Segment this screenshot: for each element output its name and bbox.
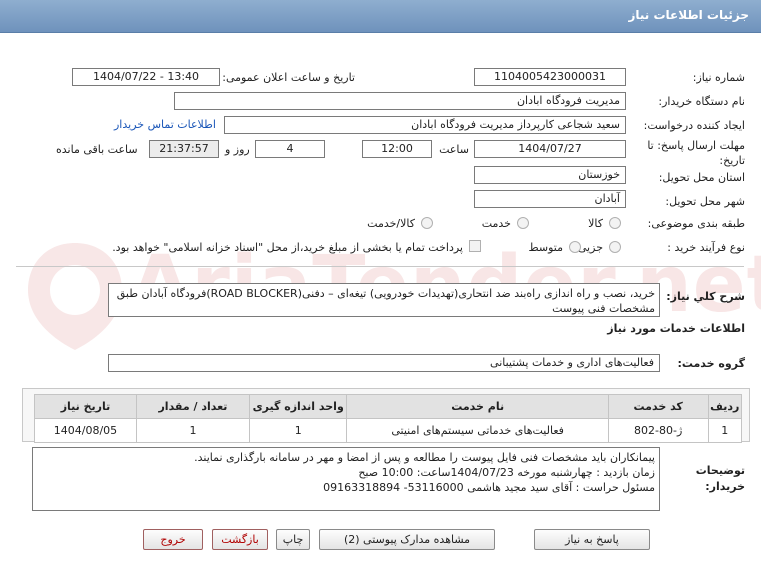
need-number-field: 1104005423000031 xyxy=(474,68,626,86)
services-table: ردیف کد خدمت نام خدمت واحد اندازه گیری ت… xyxy=(34,394,743,443)
table-row: 1 ژ-80-802 فعالیت‌های خدماتی سیستم‌های ا… xyxy=(34,418,743,443)
buyer-org-field: مدیریت فرودگاه ابادان xyxy=(174,92,626,110)
category-radio-service[interactable] xyxy=(517,217,529,229)
buyer-org-label: نام دستگاه خریدار: xyxy=(658,95,745,108)
creator-label: ایجاد کننده درخواست: xyxy=(643,119,745,132)
province-label: استان محل تحویل: xyxy=(658,171,745,184)
province-field: خوزستان xyxy=(474,166,626,184)
back-button[interactable]: بازگشت xyxy=(212,529,268,550)
process-option-medium: متوسط xyxy=(528,241,563,254)
notes-line: پیمانکاران باید مشخصات فنی فایل پیوست را… xyxy=(194,451,655,464)
col-index-header: ردیف xyxy=(707,394,743,419)
category-radio-both[interactable] xyxy=(421,217,433,229)
announce-label: تاریخ و ساعت اعلان عمومی: xyxy=(222,71,355,84)
remaining-label: ساعت باقی مانده xyxy=(56,143,138,156)
need-number-label: شماره نیاز: xyxy=(692,71,745,84)
deadline-date-field: 1404/07/27 xyxy=(474,140,626,158)
city-field: آبادان xyxy=(474,190,626,208)
deadline-label: مهلت ارسال پاسخ: تا تاریخ: xyxy=(647,139,745,167)
buyer-contact-link[interactable]: اطلاعات تماس خریدار xyxy=(114,118,216,131)
deadline-time-label: ساعت xyxy=(439,143,469,156)
summary-field: خرید، نصب و راه اندازی راه‌بند ضد انتحار… xyxy=(108,283,660,317)
service-group-label: گروه خدمت: xyxy=(677,357,745,370)
category-option-both: کالا/خدمت xyxy=(367,217,415,230)
page-header: جزئیات اطلاعات نیاز xyxy=(0,0,761,33)
cell-code: ژ-80-802 xyxy=(607,418,709,443)
category-radio-goods[interactable] xyxy=(609,217,621,229)
treasury-payment-checkbox[interactable] xyxy=(469,240,481,252)
divider xyxy=(16,266,744,267)
page-title: جزئیات اطلاعات نیاز xyxy=(628,8,749,22)
days-field: 4 xyxy=(255,140,325,158)
days-label: روز و xyxy=(225,143,250,156)
buyer-notes-label: توضیحات خریدار: xyxy=(695,464,745,493)
col-qty-header: تعداد / مقدار xyxy=(135,394,250,419)
cell-qty: 1 xyxy=(135,418,250,443)
cell-index: 1 xyxy=(707,418,743,443)
remaining-time-field: 21:37:57 xyxy=(149,140,219,158)
deadline-time-field: 12:00 xyxy=(362,140,432,158)
exit-button[interactable]: خروج xyxy=(143,529,203,550)
cell-unit: 1 xyxy=(248,418,348,443)
buyer-notes-field: پیمانکاران باید مشخصات فنی فایل پیوست را… xyxy=(32,447,660,511)
summary-label: شرح کلي نياز: xyxy=(666,290,745,303)
services-section-title: اطلاعات خدمات مورد نیاز xyxy=(607,322,745,335)
process-label: نوع فرآیند خرید : xyxy=(667,241,745,254)
cell-name: فعالیت‌های خدماتی سیستم‌های امنیتی xyxy=(346,418,609,443)
col-date-header: تاریخ نیاز xyxy=(34,394,137,419)
col-unit-header: واحد اندازه گیری xyxy=(248,394,348,419)
print-button[interactable]: چاپ xyxy=(276,529,310,550)
process-option-minor: جزیی xyxy=(577,241,603,254)
announce-field: 1404/07/22 - 13:40 xyxy=(72,68,220,86)
table-header-row: ردیف کد خدمت نام خدمت واحد اندازه گیری ت… xyxy=(34,394,743,419)
notes-line: زمان بازدید : چهارشنبه مورخه 1404/07/23س… xyxy=(358,466,655,479)
category-option-goods: کالا xyxy=(588,217,603,230)
category-option-service: خدمت xyxy=(481,217,511,230)
view-attachments-button[interactable]: مشاهده مدارک پیوستی (2) xyxy=(319,529,495,550)
cell-date: 1404/08/05 xyxy=(34,418,137,443)
col-name-header: نام خدمت xyxy=(346,394,609,419)
col-code-header: کد خدمت xyxy=(607,394,709,419)
process-radio-medium[interactable] xyxy=(569,241,581,253)
service-group-field: فعالیت‌های اداری و خدمات پشتیبانی xyxy=(108,354,660,372)
process-radio-minor[interactable] xyxy=(609,241,621,253)
treasury-payment-note: پرداخت تمام یا بخشی از مبلغ خرید،از محل … xyxy=(112,241,463,254)
category-label: طبقه بندی موضوعی: xyxy=(647,217,745,230)
city-label: شهر محل تحویل: xyxy=(665,195,745,208)
creator-field: سعید شجاعی کارپرداز مدیریت فرودگاه ابادا… xyxy=(224,116,626,134)
notes-line: مسئول حراست : آقای سید مجید هاشمی 531160… xyxy=(323,481,655,494)
reply-button[interactable]: پاسخ به نیاز xyxy=(534,529,650,550)
